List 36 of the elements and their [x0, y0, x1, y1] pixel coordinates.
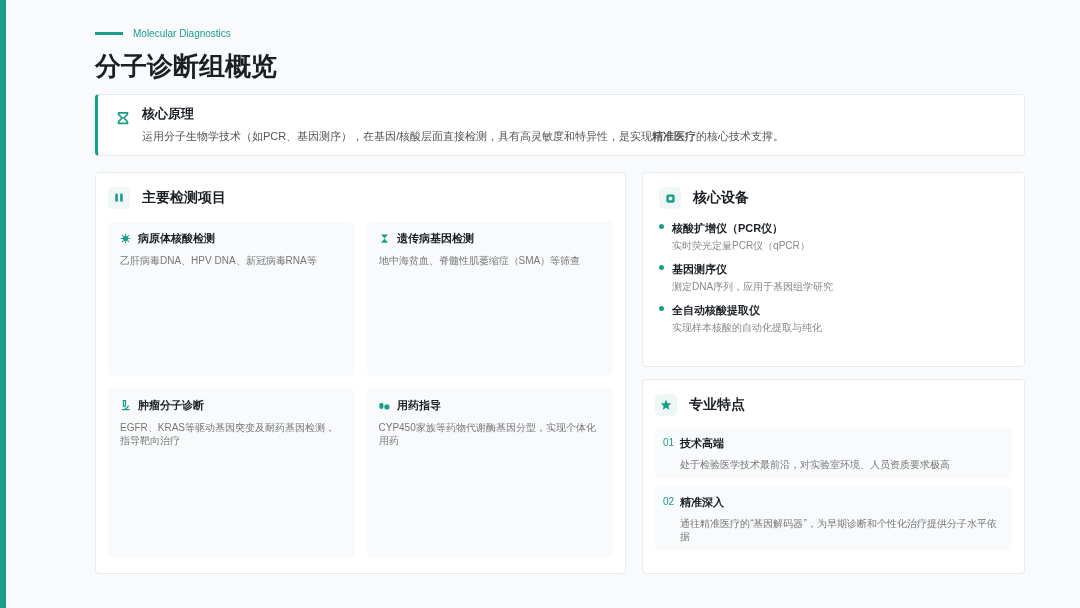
principle-text: 运用分子生物学技术（如PCR、基因测序），在基因/核酸层面直接检测，具有高灵敏度和特异性，是实现精准医疗的核心技术支撑。 — [142, 129, 785, 144]
test-title: 病原体核酸检测 — [138, 231, 215, 246]
feature-title: 精准深入 — [680, 495, 726, 510]
bullet-dot — [659, 306, 664, 311]
bullet-dot — [659, 224, 664, 229]
subtitle: Molecular Diagnostics — [133, 27, 231, 39]
equipment-description: 实现样本核酸的自动化提取与纯化 — [672, 321, 822, 335]
equipment-name: 核酸扩增仪（PCR仪） — [672, 221, 785, 236]
section-title: 主要检测项目 — [142, 189, 226, 207]
test-description: EGFR、KRAS等驱动基因突变及耐药基因检测，指导靶向治疗 — [120, 421, 336, 447]
virus-icon — [120, 233, 131, 244]
pills-icon — [378, 400, 390, 411]
chip-icon — [659, 187, 681, 209]
test-description: 乙肝病毒DNA、HPV DNA、新冠病毒RNA等 — [120, 254, 318, 267]
accent-line — [95, 31, 123, 35]
feature-number: 01 — [663, 437, 675, 450]
test-description: CYP450家族等药物代谢酶基因分型，实现个体化用药 — [378, 421, 597, 447]
feature-description: 通往精准医疗的“基因解码器”，为早期诊断和个性化治疗提供分子水平依据 — [680, 517, 998, 543]
hourglass-icon — [378, 233, 390, 244]
test-title: 用药指导 — [396, 398, 441, 413]
page-title: 分子诊断组概览 — [95, 50, 278, 82]
bullet-dot — [659, 265, 664, 270]
feature-description: 处于检验医学技术最前沿，对实验室环境、人员资质要求极高 — [680, 458, 951, 471]
test-description: 地中海贫血、脊髓性肌萎缩症（SMA）等筛查 — [378, 254, 582, 267]
equipment-name: 基因测序仪 — [672, 262, 728, 277]
principle-title: 核心原理 — [142, 105, 195, 123]
equipment-description: 实时荧光定量PCR仪（qPCR） — [672, 239, 810, 253]
section-title: 专业特点 — [689, 396, 745, 414]
equipment-description: 测定DNA序列，应用于基因组学研究 — [672, 280, 834, 294]
section-title: 核心设备 — [693, 189, 749, 207]
feature-title: 技术高端 — [680, 436, 726, 451]
hourglass-icon — [116, 111, 130, 125]
test-title: 遗传病基因检测 — [396, 231, 474, 246]
equipment-name: 全自动核酸提取仪 — [672, 303, 761, 318]
feature-number: 02 — [663, 496, 675, 509]
test-title: 肿瘤分子诊断 — [138, 398, 204, 413]
